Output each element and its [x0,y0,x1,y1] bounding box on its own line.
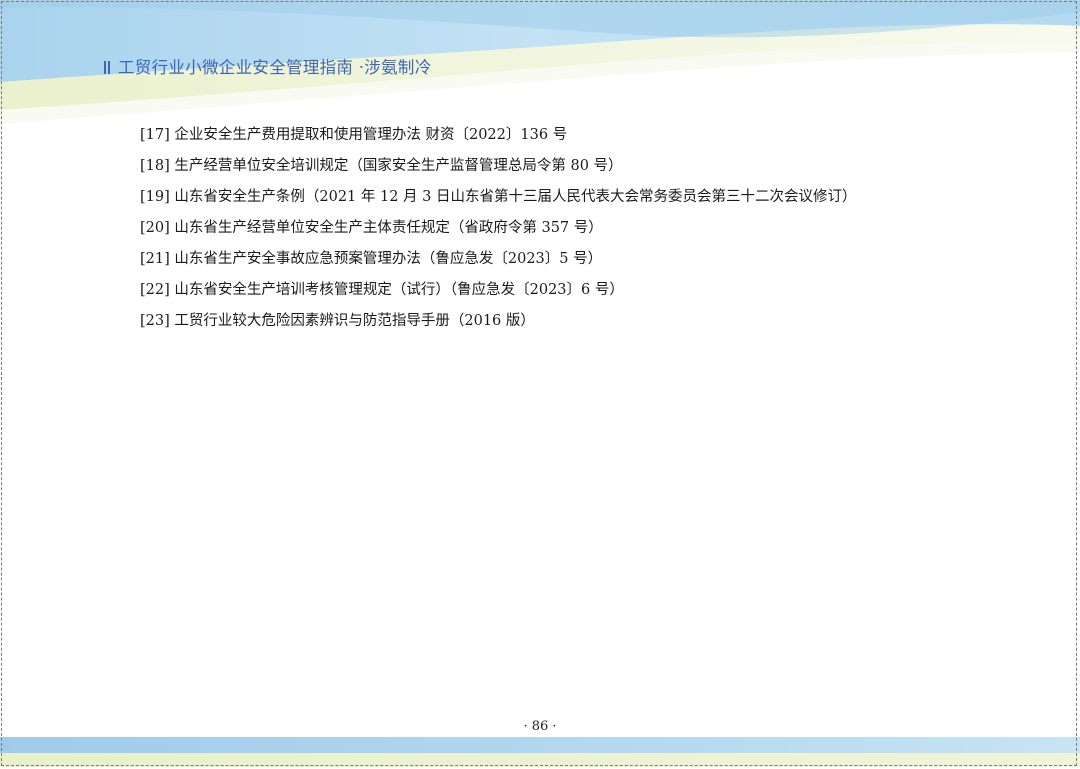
document-page: 工贸行业小微企业安全管理指南 ·涉氨制冷 [17] 企业安全生产费用提取和使用管… [0,0,1080,769]
header-title: 工贸行业小微企业安全管理指南 ·涉氨制冷 [104,54,432,78]
reference-list: [17] 企业安全生产费用提取和使用管理办法 财资〔2022〕136 号 [18… [140,124,857,341]
page-number: · 86 · [523,719,557,734]
reference-item: [23] 工贸行业较大危险因素辨识与防范指导手册（2016 版） [140,313,535,329]
footer-band-blue [0,737,1080,753]
reference-item: [19] 山东省安全生产条例（2021 年 12 月 3 日山东省第十三届人民代… [140,189,857,205]
footer-band-green [0,753,1080,767]
title-bar-icon [104,61,110,74]
reference-item: [18] 生产经营单位安全培训规定（国家安全生产监督管理总局令第 80 号） [140,158,623,174]
header-title-text: 工贸行业小微企业安全管理指南 ·涉氨制冷 [118,58,432,77]
reference-item: [20] 山东省生产经营单位安全生产主体责任规定（省政府令第 357 号） [140,220,603,236]
reference-item: [22] 山东省安全生产培训考核管理规定（试行）（鲁应急发〔2023〕6 号） [140,282,624,298]
reference-item: [21] 山东省生产安全事故应急预案管理办法（鲁应急发〔2023〕5 号） [140,251,603,267]
reference-item: [17] 企业安全生产费用提取和使用管理办法 财资〔2022〕136 号 [140,127,568,143]
